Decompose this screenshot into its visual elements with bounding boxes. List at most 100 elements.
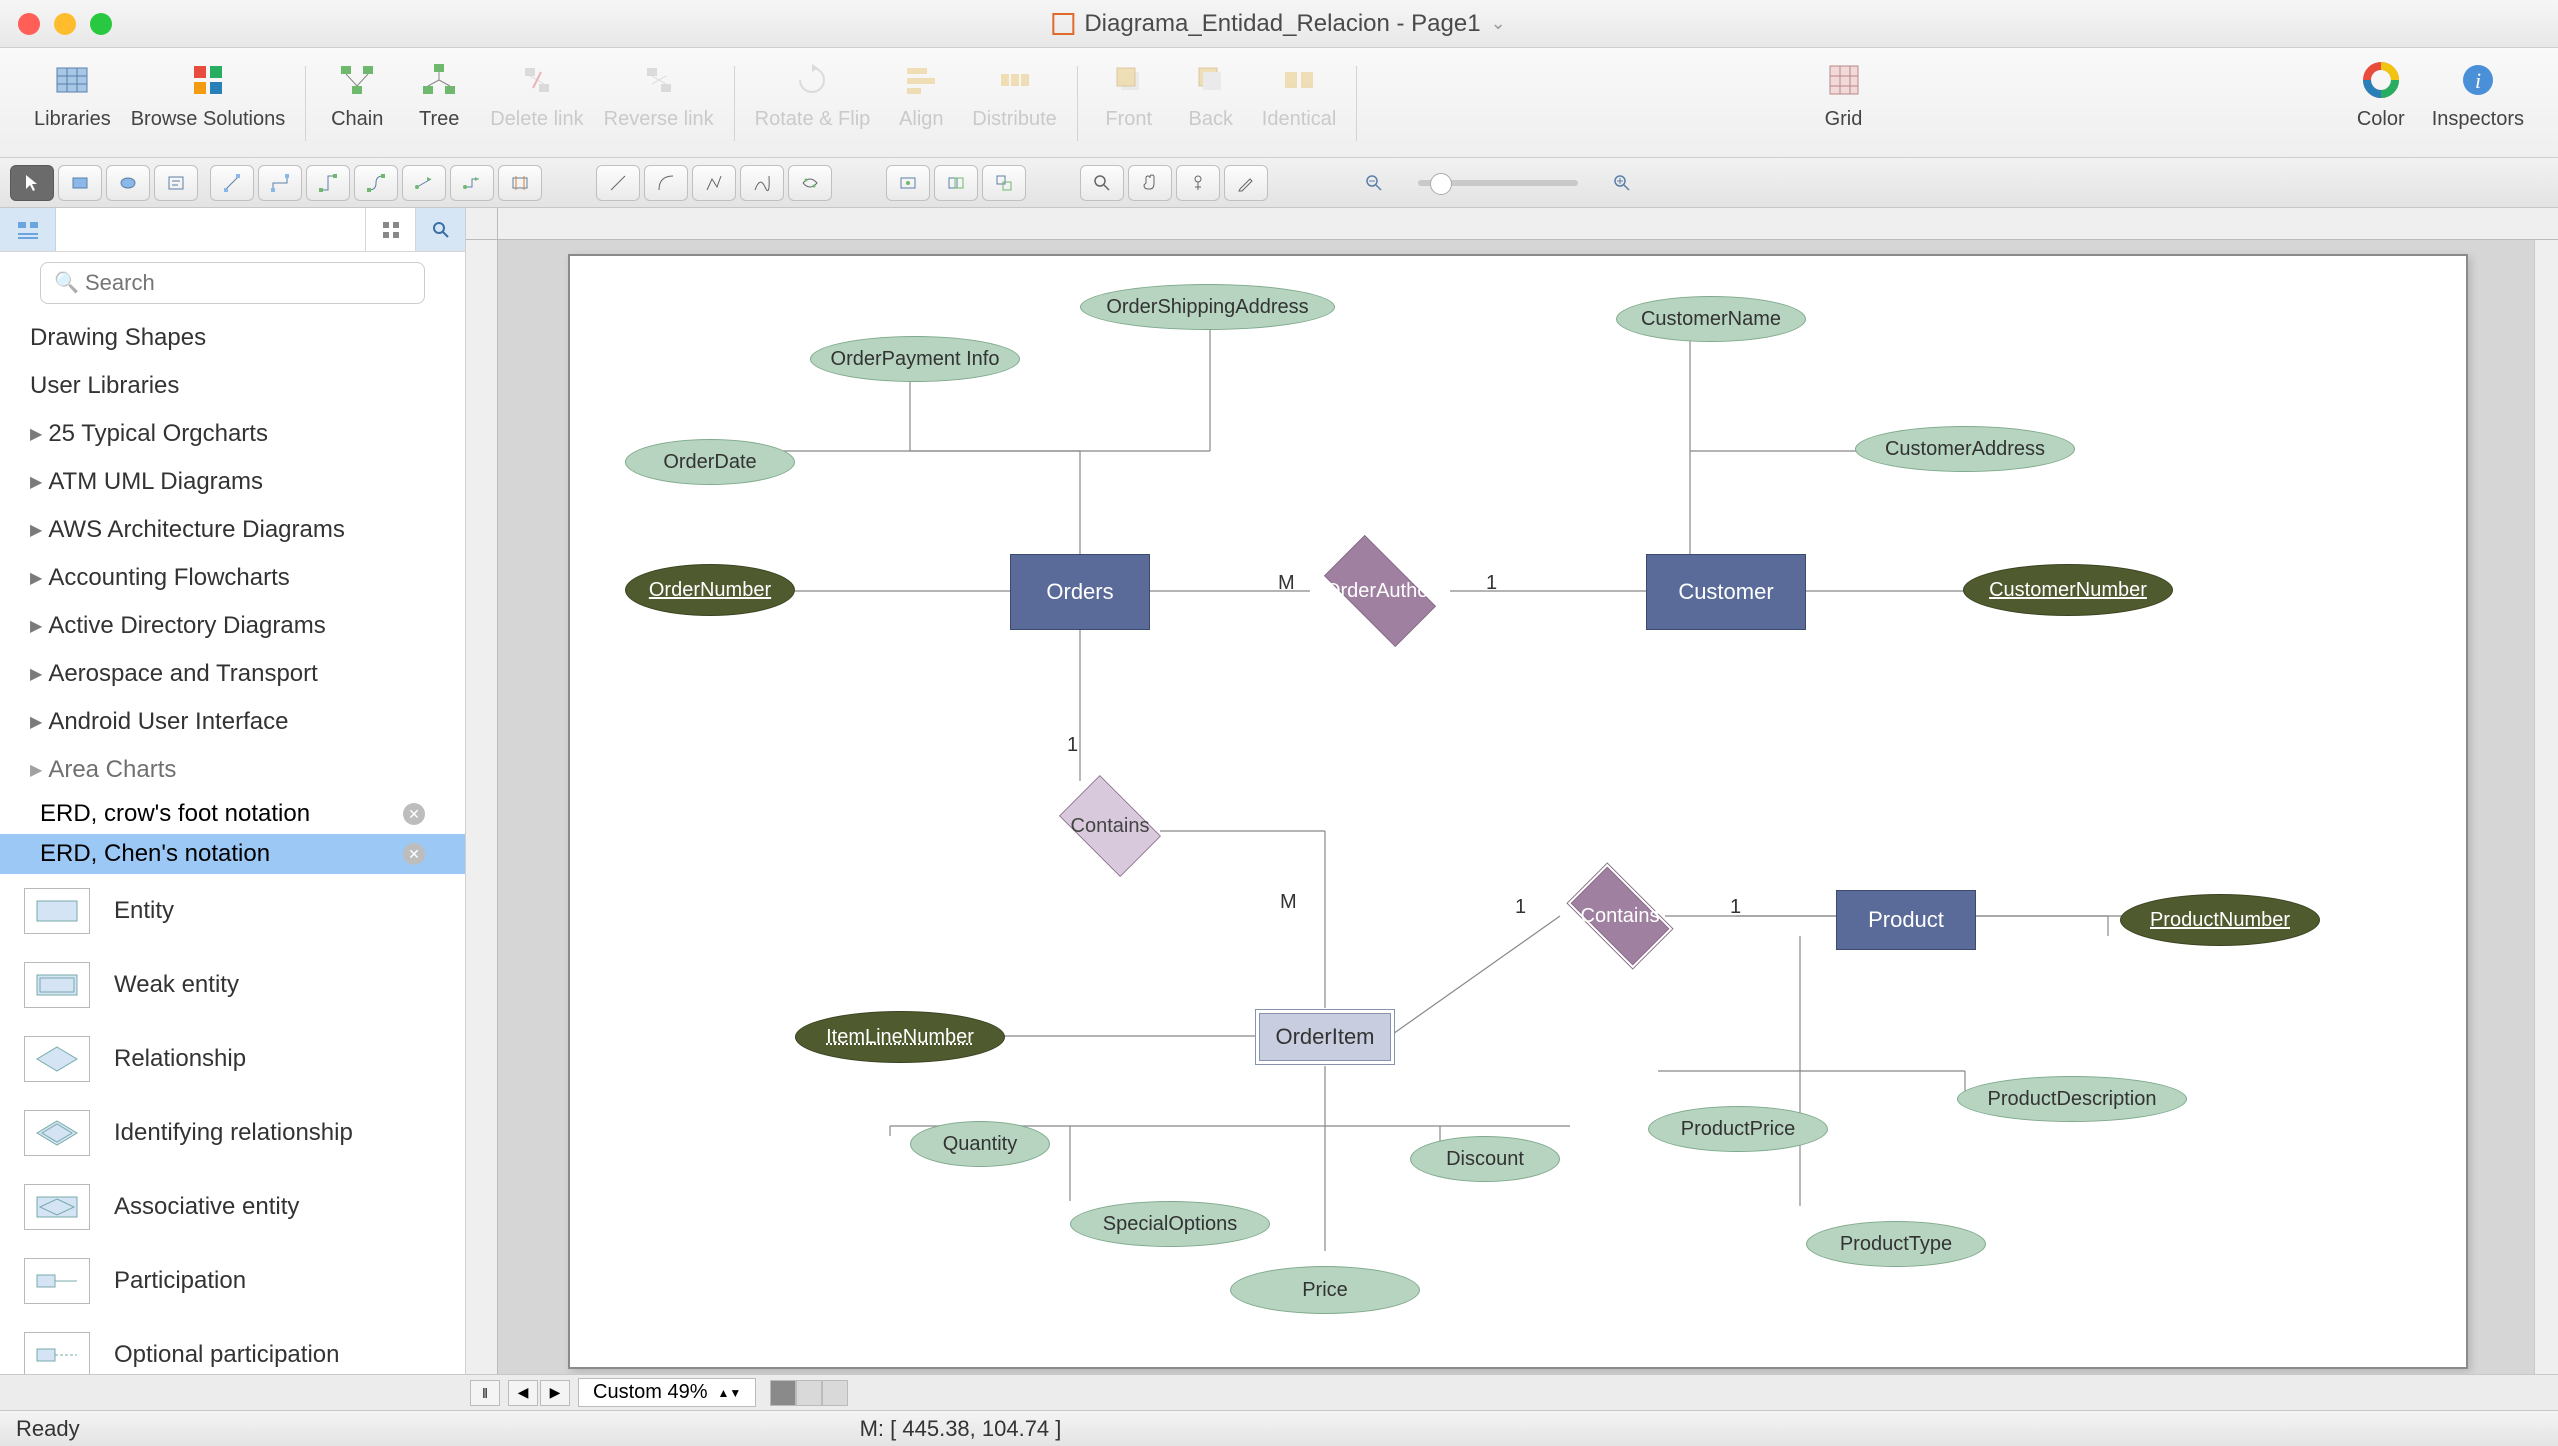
rel-orderauthor[interactable]: OrderAuthor: [1310, 551, 1450, 631]
attr-specialoptions[interactable]: SpecialOptions: [1070, 1201, 1270, 1247]
snap-2[interactable]: [934, 165, 978, 201]
canvas-scroll[interactable]: OrderDate OrderPayment Info OrderShippin…: [498, 240, 2558, 1374]
attr-price[interactable]: Price: [1230, 1266, 1420, 1314]
lib-tab-chen[interactable]: ERD, Chen's notation✕: [0, 834, 465, 874]
zoom-in-button[interactable]: [1600, 165, 1644, 201]
connector-2[interactable]: [258, 165, 302, 201]
close-window-icon[interactable]: [18, 13, 40, 35]
connector-1[interactable]: [210, 165, 254, 201]
entity-product[interactable]: Product: [1836, 890, 1976, 950]
shape-identifying-relationship[interactable]: Identifying relationship: [0, 1096, 465, 1170]
inspectors-button[interactable]: iInspectors: [2432, 58, 2524, 157]
connector-3[interactable]: [306, 165, 350, 201]
attr-productprice[interactable]: ProductPrice: [1648, 1106, 1828, 1152]
connector-5[interactable]: [402, 165, 446, 201]
category-item[interactable]: ▶Active Directory Diagrams: [0, 602, 465, 650]
page-tab-add2[interactable]: [822, 1380, 848, 1406]
attr-productdescription[interactable]: ProductDescription: [1957, 1076, 2187, 1122]
connector-4[interactable]: [354, 165, 398, 201]
line-tool[interactable]: [596, 165, 640, 201]
color-button[interactable]: Color: [2350, 58, 2412, 157]
tree-button[interactable]: Tree: [408, 58, 470, 157]
category-item[interactable]: ▶Accounting Flowcharts: [0, 554, 465, 602]
category-item[interactable]: ▶ATM UML Diagrams: [0, 458, 465, 506]
ruler-horizontal[interactable]: [498, 208, 2558, 240]
text-tool[interactable]: [154, 165, 198, 201]
category-item[interactable]: ▶25 Typical Orgcharts: [0, 410, 465, 458]
shape-optional-participation[interactable]: Optional participation: [0, 1318, 465, 1374]
category-item[interactable]: ▶AWS Architecture Diagrams: [0, 506, 465, 554]
entity-orderitem[interactable]: OrderItem: [1255, 1009, 1395, 1065]
attr-customername[interactable]: CustomerName: [1616, 296, 1806, 342]
page-tab-add[interactable]: [796, 1380, 822, 1406]
pointer-tool[interactable]: [10, 165, 54, 201]
attr-orderdate[interactable]: OrderDate: [625, 439, 795, 485]
pan-tool[interactable]: [1128, 165, 1172, 201]
ruler-vertical[interactable]: [466, 240, 498, 1374]
rel-contains-2[interactable]: Contains: [1555, 876, 1685, 956]
shape-relationship[interactable]: Relationship: [0, 1022, 465, 1096]
bezier-tool[interactable]: [788, 165, 832, 201]
zoom-slider[interactable]: [1418, 180, 1578, 186]
shape-entity[interactable]: Entity: [0, 874, 465, 948]
attr-orderpayment[interactable]: OrderPayment Info: [810, 336, 1020, 382]
category-item[interactable]: ▶Android User Interface: [0, 698, 465, 746]
search-view-icon[interactable]: [415, 208, 465, 251]
minimize-window-icon[interactable]: [54, 13, 76, 35]
attr-customernumber-key[interactable]: CustomerNumber: [1963, 564, 2173, 616]
lib-tab-crows-foot[interactable]: ERD, crow's foot notation✕: [0, 794, 465, 834]
attr-ordershipping[interactable]: OrderShippingAddress: [1080, 284, 1335, 330]
category-item[interactable]: User Libraries: [0, 362, 465, 410]
polyline-tool[interactable]: [692, 165, 736, 201]
grid-view-icon[interactable]: [365, 208, 415, 251]
category-item[interactable]: Drawing Shapes: [0, 314, 465, 362]
attr-itemlinenumber-key[interactable]: ItemLineNumber: [795, 1011, 1005, 1063]
zoom-tool[interactable]: [1080, 165, 1124, 201]
page-prev-button[interactable]: ◀: [508, 1380, 538, 1406]
zoom-out-button[interactable]: [1352, 165, 1396, 201]
pane-handle[interactable]: ‖: [470, 1380, 500, 1406]
curve-tool[interactable]: [644, 165, 688, 201]
attr-customeraddress[interactable]: CustomerAddress: [1855, 426, 2075, 472]
attr-producttype[interactable]: ProductType: [1806, 1221, 1986, 1267]
snap-3[interactable]: [982, 165, 1026, 201]
page-next-button[interactable]: ▶: [540, 1380, 570, 1406]
shape-participation[interactable]: Participation: [0, 1244, 465, 1318]
grid-button[interactable]: Grid: [1813, 58, 1875, 157]
close-tab-icon[interactable]: ✕: [403, 843, 425, 865]
zoom-selector[interactable]: Custom 49%▲▼: [578, 1378, 756, 1407]
chain-icon: [335, 58, 379, 102]
page-tab-1[interactable]: [770, 1380, 796, 1406]
diagram-page[interactable]: OrderDate OrderPayment Info OrderShippin…: [568, 254, 2468, 1369]
browse-solutions-button[interactable]: Browse Solutions: [131, 58, 286, 157]
attr-discount[interactable]: Discount: [1410, 1136, 1560, 1182]
libraries-button[interactable]: Libraries: [34, 58, 111, 157]
rect-tool[interactable]: [58, 165, 102, 201]
category-item[interactable]: ▶Area Charts: [0, 746, 465, 794]
attr-quantity[interactable]: Quantity: [910, 1121, 1050, 1167]
shape-weak-entity[interactable]: Weak entity: [0, 948, 465, 1022]
connector-6[interactable]: [450, 165, 494, 201]
align-icon: [899, 58, 943, 102]
attr-productnumber-key[interactable]: ProductNumber: [2120, 894, 2320, 946]
eyedropper-tool[interactable]: [1176, 165, 1220, 201]
shape-associative-entity[interactable]: Associative entity: [0, 1170, 465, 1244]
library-view-toggle[interactable]: [0, 208, 56, 251]
pencil-tool[interactable]: [1224, 165, 1268, 201]
chain-button[interactable]: Chain: [326, 58, 388, 157]
snap-1[interactable]: [886, 165, 930, 201]
ellipse-tool[interactable]: [106, 165, 150, 201]
entity-orders[interactable]: Orders: [1010, 554, 1150, 630]
close-tab-icon[interactable]: ✕: [403, 803, 425, 825]
chevron-down-icon[interactable]: ⌄: [1491, 13, 1506, 34]
entity-customer[interactable]: Customer: [1646, 554, 1806, 630]
vertical-scrollbar[interactable]: [2534, 240, 2558, 1374]
fullscreen-window-icon[interactable]: [90, 13, 112, 35]
titlebar: Diagrama_Entidad_Relacion - Page1 ⌄: [0, 0, 2558, 48]
category-item[interactable]: ▶Aerospace and Transport: [0, 650, 465, 698]
spline-tool[interactable]: [740, 165, 784, 201]
attr-ordernumber-key[interactable]: OrderNumber: [625, 564, 795, 616]
connector-7[interactable]: [498, 165, 542, 201]
library-search-input[interactable]: [40, 262, 425, 304]
rel-contains-1[interactable]: Contains: [1050, 786, 1170, 866]
